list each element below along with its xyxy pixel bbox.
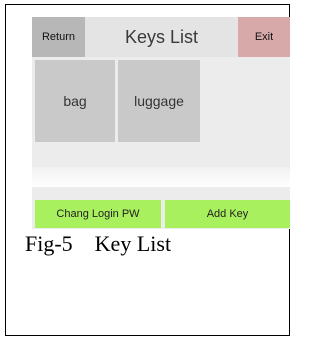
key-tile-bag[interactable]: bag: [35, 60, 115, 142]
return-button[interactable]: Return: [32, 17, 85, 57]
header-bar: Return Keys List Exit: [32, 17, 290, 57]
app-screen: Return Keys List Exit bag luggage Chang …: [32, 17, 290, 229]
figure-frame: Return Keys List Exit bag luggage Chang …: [5, 4, 290, 336]
page-title: Keys List: [124, 26, 199, 47]
key-tile-luggage[interactable]: luggage: [118, 60, 200, 142]
divider-band: [32, 167, 290, 187]
figure-caption: Fig-5 Key List: [25, 231, 172, 256]
exit-button[interactable]: Exit: [238, 17, 290, 57]
change-login-pw-button[interactable]: Chang Login PW: [35, 200, 161, 228]
add-key-button[interactable]: Add Key: [165, 200, 290, 228]
